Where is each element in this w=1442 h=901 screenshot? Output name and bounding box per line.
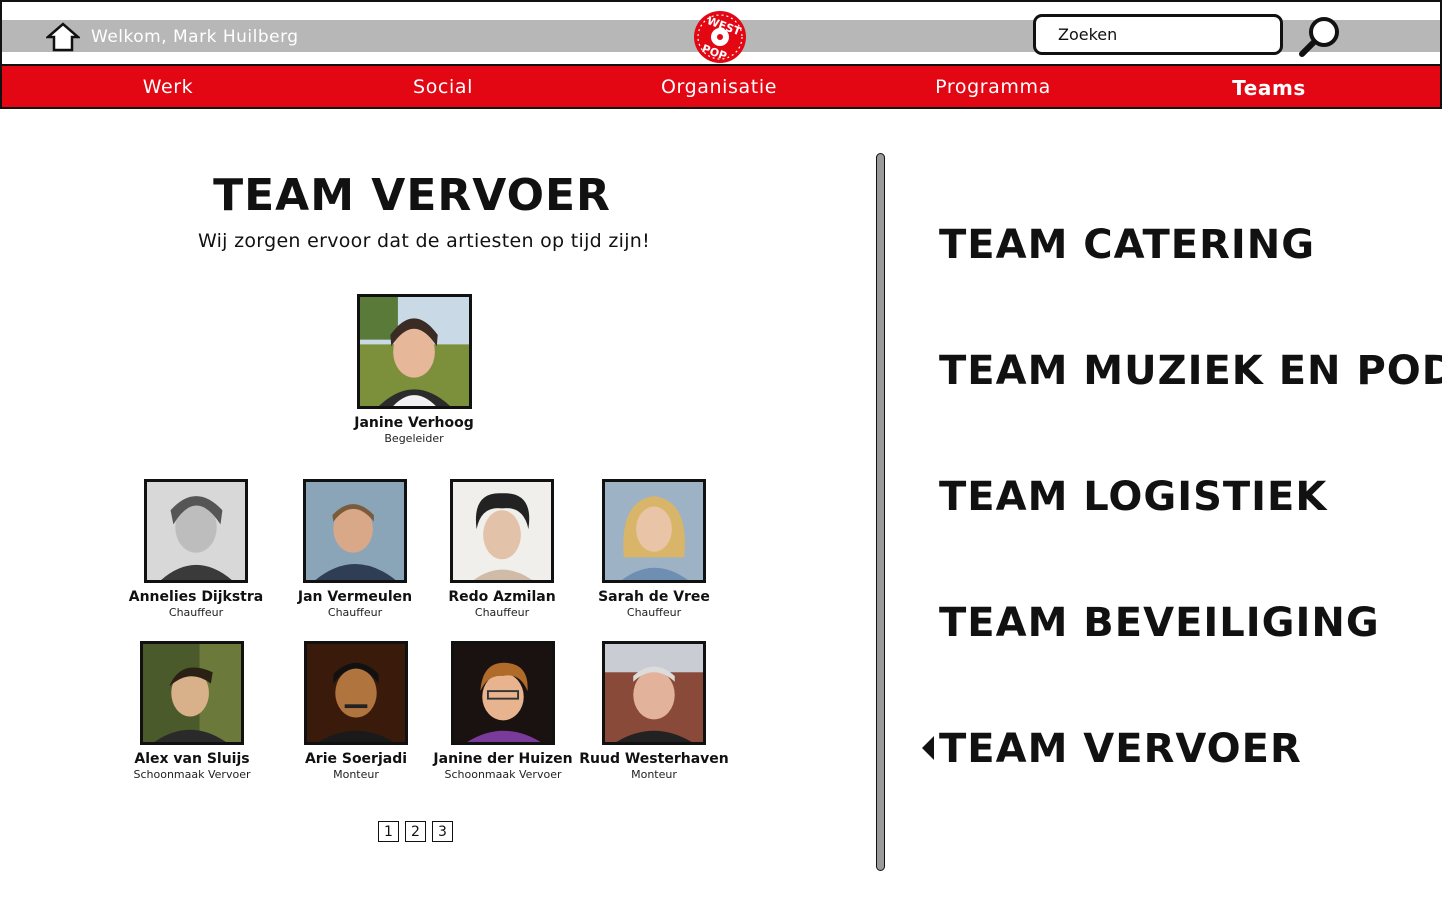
leader-photo [356, 294, 472, 409]
member-role: Monteur [631, 768, 677, 781]
team-member-card[interactable]: Jan Vermeulen Chauffeur [270, 479, 440, 619]
team-member-card[interactable]: Ruud Westerhaven Monteur [569, 641, 739, 781]
team-link-logistiek[interactable]: TEAM LOGISTIEK [939, 474, 1327, 520]
team-link-vervoer[interactable]: TEAM VERVOER [939, 726, 1302, 772]
nav-item-teams[interactable]: Teams [1232, 76, 1306, 100]
home-icon[interactable] [46, 22, 80, 52]
search-icon[interactable] [1298, 14, 1342, 58]
team-link-catering[interactable]: TEAM CATERING [939, 222, 1315, 268]
member-photo [303, 479, 407, 583]
nav-item-organisatie[interactable]: Organisatie [661, 76, 777, 98]
leader-role: Begeleider [384, 432, 444, 445]
member-role: Chauffeur [474, 606, 530, 619]
nav-item-programma[interactable]: Programma [935, 76, 1051, 98]
active-team-arrow-icon [922, 736, 934, 760]
member-role: Chauffeur [327, 606, 383, 619]
welcome-text: Welkom, Mark Huilberg [91, 27, 299, 47]
main-nav: Werk Social Organisatie Programma Teams [0, 64, 1442, 109]
member-photo [602, 479, 706, 583]
member-role: Schoonmaak Vervoer [133, 768, 251, 781]
team-member-card[interactable]: Redo Azmilan Chauffeur [417, 479, 587, 619]
member-name: Sarah de Vree [598, 589, 710, 605]
leader-name: Janine Verhoog [354, 415, 474, 431]
team-link-beveiliging[interactable]: TEAM BEVEILIGING [939, 600, 1380, 646]
nav-item-social[interactable]: Social [413, 76, 473, 98]
team-subtitle: Wij zorgen ervoor dat de artiesten op ti… [197, 230, 651, 252]
team-link-muziek-en-podia[interactable]: TEAM MUZIEK EN PODIA [939, 348, 1442, 394]
page-2-button[interactable]: 2 [405, 821, 426, 842]
page-title: TEAM VERVOER [213, 170, 611, 221]
team-member-card[interactable]: Sarah de Vree Chauffeur [569, 479, 739, 619]
page-3-button[interactable]: 3 [432, 821, 453, 842]
top-bar: Welkom, Mark Huilberg WEST POP [0, 0, 1442, 64]
member-photo [140, 641, 244, 745]
member-role: Chauffeur [626, 606, 682, 619]
member-name: Alex van Sluijs [134, 751, 250, 767]
member-name: Annelies Dijkstra [128, 589, 264, 605]
pagination: 1 2 3 [378, 821, 453, 842]
vertical-scrollbar[interactable] [876, 153, 885, 871]
member-name: Ruud Westerhaven [579, 751, 729, 767]
member-role: Chauffeur [168, 606, 224, 619]
member-photo [144, 479, 248, 583]
westpop-logo[interactable]: WEST POP [692, 9, 748, 65]
nav-item-werk[interactable]: Werk [143, 76, 194, 98]
member-photo [304, 641, 408, 745]
member-name: Arie Soerjadi [304, 751, 408, 767]
team-member-card[interactable]: Annelies Dijkstra Chauffeur [111, 479, 281, 619]
member-name: Janine der Huizen [433, 751, 573, 767]
team-member-card[interactable]: Arie Soerjadi Monteur [271, 641, 441, 781]
member-role: Monteur [333, 768, 379, 781]
member-role: Schoonmaak Vervoer [444, 768, 562, 781]
member-name: Jan Vermeulen [297, 589, 413, 605]
member-name: Redo Azmilan [448, 589, 556, 605]
member-photo [450, 479, 554, 583]
page-1-button[interactable]: 1 [378, 821, 399, 842]
team-member-card[interactable]: Alex van Sluijs Schoonmaak Vervoer [107, 641, 277, 781]
team-leader-card[interactable]: Janine Verhoog Begeleider [329, 294, 499, 445]
team-member-card[interactable]: Janine der Huizen Schoonmaak Vervoer [418, 641, 588, 781]
member-photo [451, 641, 555, 745]
member-photo [602, 641, 706, 745]
search-input[interactable] [1033, 14, 1283, 55]
